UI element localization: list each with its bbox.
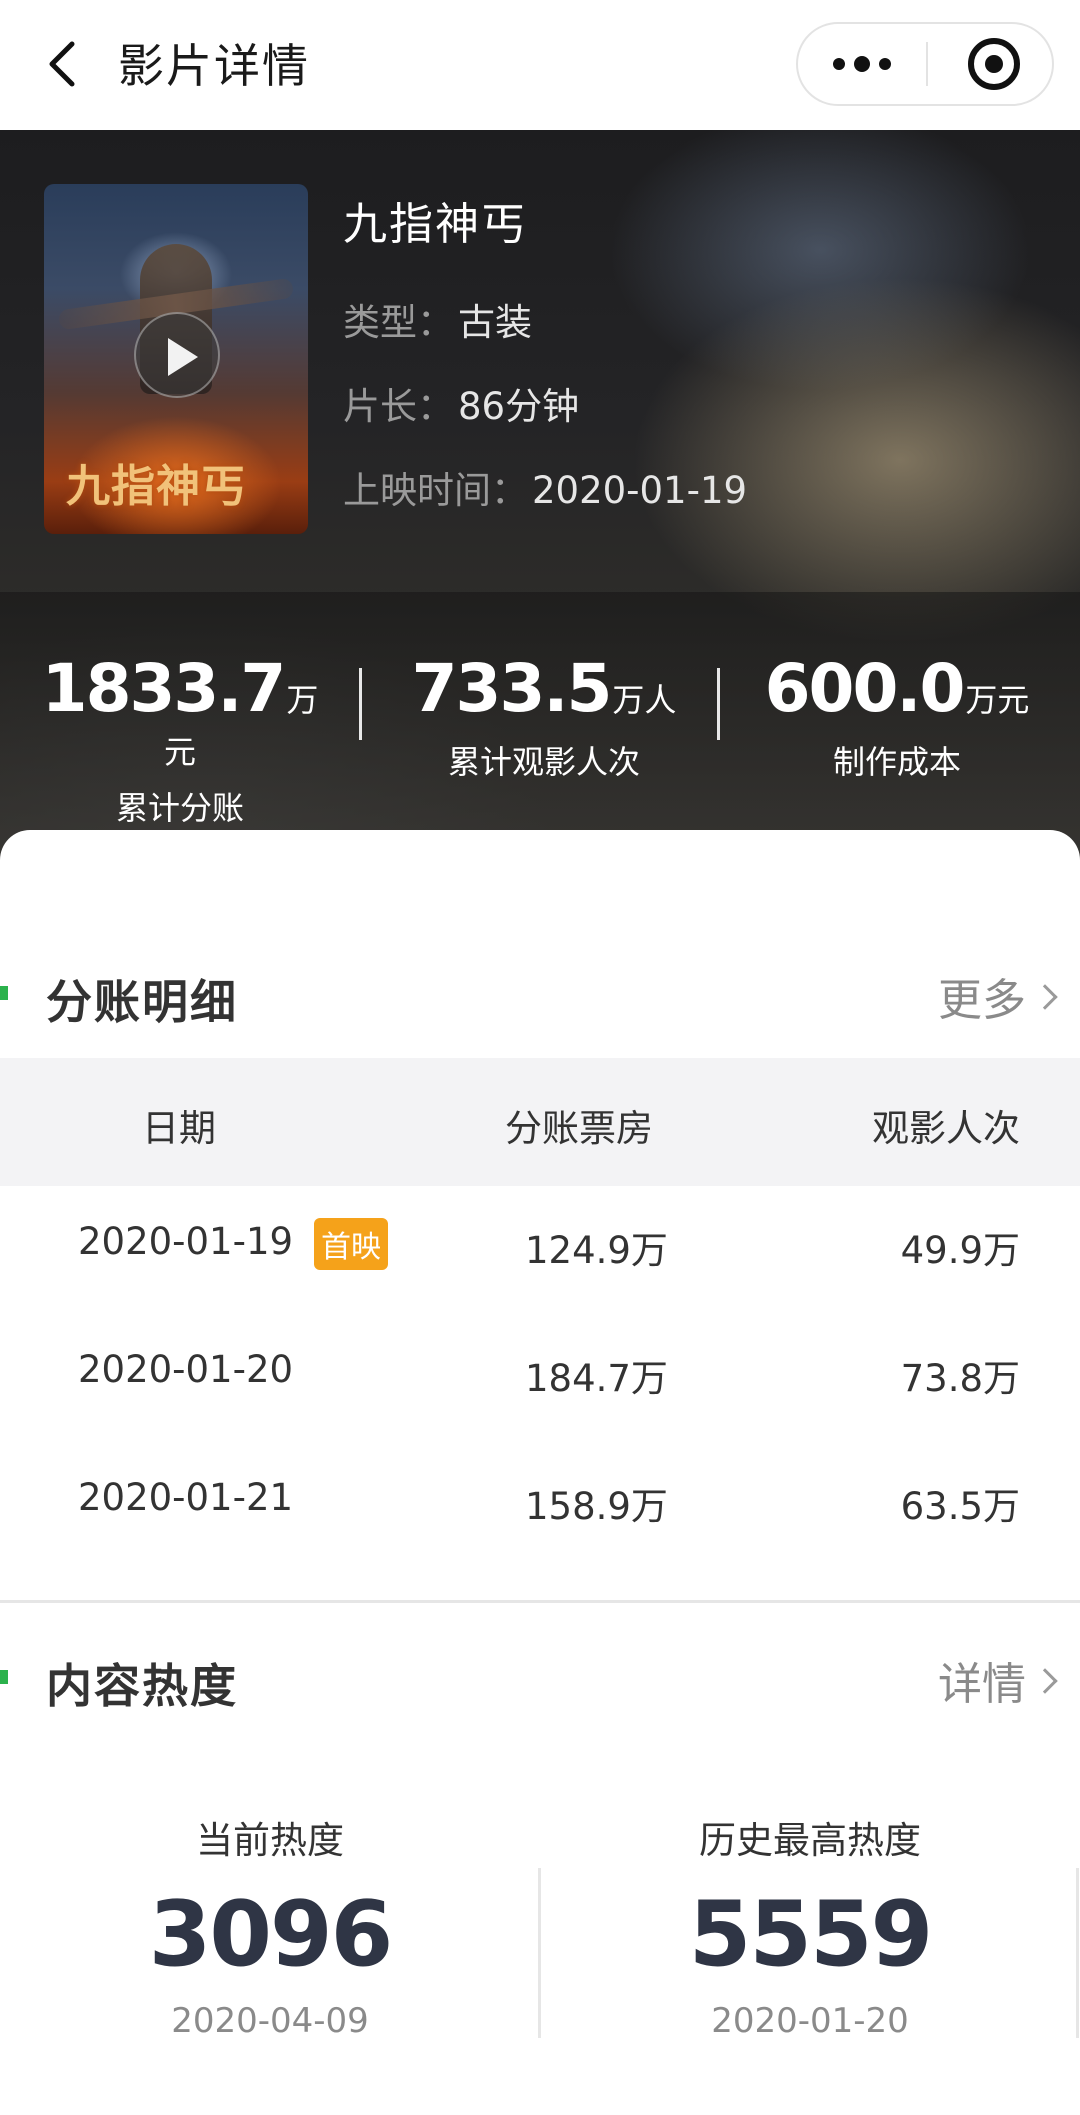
- split-more-link[interactable]: 更多: [938, 964, 1058, 1028]
- movie-duration-label: 片长：: [343, 385, 454, 428]
- movie-header: 九指神丐 九指神丐 类型： 古装 片长： 86分钟 上映时间： 2020-01-19 …: [0, 130, 1080, 860]
- history-heat-label: 历史最高热度: [699, 1819, 921, 1862]
- capsule-divider: [926, 42, 928, 86]
- content-card: 分账明细 更多 日期 分账票房 观影人次 2020-01-19 首映 124.9…: [0, 830, 1080, 2115]
- page-title: 影片详情: [118, 39, 310, 93]
- current-heat-value: 3096: [148, 1882, 394, 1987]
- record-target-icon: [985, 55, 1003, 73]
- stat-value: 733.5: [411, 650, 613, 727]
- column-header-box-office: 分账票房: [505, 1107, 653, 1150]
- chevron-right-icon: [1032, 1668, 1058, 1694]
- poster-title: 九指神丐: [66, 461, 246, 512]
- stat-value: 1833.7: [41, 650, 287, 727]
- movie-poster[interactable]: 九指神丐: [44, 184, 308, 534]
- row-date: 2020-01-20: [78, 1348, 294, 1391]
- heat-section-header: 内容热度 详情: [0, 1644, 1080, 1724]
- more-dots-icon: [833, 58, 845, 70]
- stat-total-split: 1833.7万元 累计分账: [40, 650, 320, 829]
- split-more-label: 更多: [938, 975, 1026, 1026]
- heat-detail-link[interactable]: 详情: [938, 1648, 1058, 1712]
- row-date: 2020-01-19: [78, 1220, 294, 1263]
- movie-type: 类型： 古装: [343, 292, 532, 346]
- heat-divider: [1076, 1868, 1079, 2038]
- table-row[interactable]: 2020-01-21 158.9万 63.5万: [0, 1442, 1080, 1570]
- stat-divider: [359, 668, 362, 740]
- row-box-office: 124.9万: [525, 1229, 668, 1272]
- stat-label: 累计分账: [115, 789, 244, 827]
- chevron-left-icon: [49, 41, 75, 87]
- stat-total-viewers: 733.5万人 累计观影人次: [404, 650, 684, 783]
- row-date: 2020-01-21: [78, 1476, 294, 1519]
- movie-type-value: 古装: [458, 301, 532, 344]
- history-heat-date: 2020-01-20: [711, 2001, 909, 2041]
- more-dots-icon: [854, 56, 870, 72]
- table-row[interactable]: 2020-01-19 首映 124.9万 49.9万: [0, 1186, 1080, 1314]
- heat-divider: [538, 1868, 541, 2038]
- section-divider: [0, 1600, 1080, 1603]
- stat-production-cost: 600.0万元 制作成本: [757, 650, 1037, 783]
- row-box-office: 158.9万: [525, 1485, 668, 1528]
- top-nav-bar: 影片详情: [0, 0, 1080, 130]
- premiere-badge: 首映: [314, 1218, 388, 1270]
- stat-divider: [717, 668, 720, 740]
- row-box-office: 184.7万: [525, 1357, 668, 1400]
- chevron-right-icon: [1032, 984, 1058, 1010]
- movie-release-value: 2020-01-19: [532, 469, 748, 512]
- stat-label: 制作成本: [832, 743, 961, 781]
- movie-name: 九指神丐: [343, 199, 527, 250]
- section-accent-bar: [0, 986, 8, 1000]
- movie-duration: 片长： 86分钟: [343, 376, 579, 430]
- column-header-viewers: 观影人次: [872, 1107, 1020, 1150]
- movie-type-label: 类型：: [343, 301, 454, 344]
- current-heat-date: 2020-04-09: [171, 2001, 369, 2041]
- movie-release: 上映时间： 2020-01-19: [343, 460, 747, 514]
- heat-detail-label: 详情: [938, 1659, 1026, 1710]
- row-viewers: 73.8万: [900, 1357, 1020, 1400]
- heat-section-title: 内容热度: [46, 1659, 238, 1713]
- mini-program-capsule: [796, 22, 1054, 106]
- close-mini-program-button[interactable]: [968, 38, 1020, 90]
- row-viewers: 49.9万: [900, 1229, 1020, 1272]
- stat-value: 600.0: [764, 650, 966, 727]
- column-header-date: 日期: [142, 1107, 216, 1150]
- more-menu-button[interactable]: [798, 24, 926, 104]
- movie-duration-value: 86分钟: [458, 385, 580, 428]
- table-row[interactable]: 2020-01-20 184.7万 73.8万: [0, 1314, 1080, 1442]
- split-section-header: 分账明细 更多: [0, 960, 1080, 1040]
- row-viewers: 63.5万: [900, 1485, 1020, 1528]
- movie-release-label: 上映时间：: [343, 469, 528, 512]
- stat-label: 累计观影人次: [447, 743, 640, 781]
- stat-unit: 万人: [612, 681, 677, 719]
- current-heat: 当前热度 3096 2020-04-09: [70, 1810, 470, 2041]
- current-heat-label: 当前热度: [196, 1819, 344, 1862]
- split-table-header: 日期 分账票房 观影人次: [0, 1058, 1080, 1186]
- play-icon[interactable]: [134, 312, 220, 398]
- back-button[interactable]: [38, 36, 88, 92]
- history-heat-value: 5559: [688, 1882, 934, 1987]
- stat-unit: 万元: [965, 681, 1030, 719]
- section-accent-bar: [0, 1670, 8, 1684]
- split-section-title: 分账明细: [46, 975, 238, 1029]
- history-heat: 历史最高热度 5559 2020-01-20: [610, 1810, 1010, 2041]
- more-dots-icon: [879, 58, 891, 70]
